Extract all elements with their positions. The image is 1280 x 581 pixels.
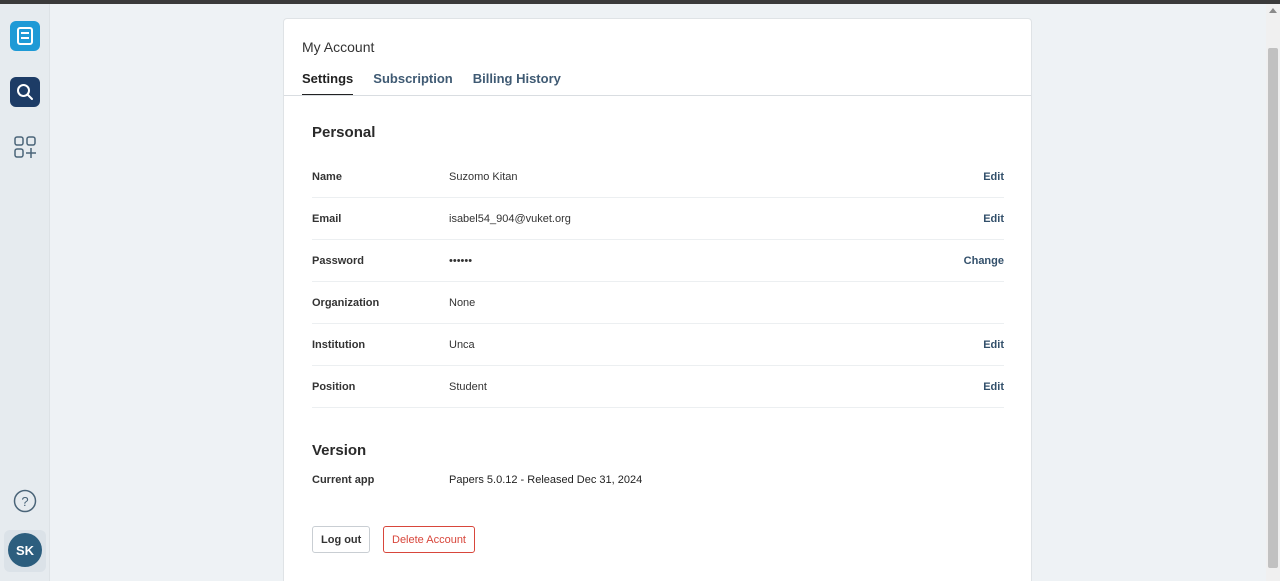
row-label: Name — [312, 170, 342, 183]
page-title: My Account — [302, 39, 375, 55]
personal-rows: Name Suzomo Kitan Edit Email isabel54_90… — [312, 156, 1004, 408]
tabs-divider — [284, 95, 1031, 96]
row-value: isabel54_904@vuket.org — [449, 212, 571, 225]
row-value: None — [449, 296, 476, 309]
library-icon — [17, 27, 33, 45]
tab-subscription[interactable]: Subscription — [373, 71, 452, 96]
personal-section-title: Personal — [312, 124, 376, 141]
row-institution: Institution Unca Edit — [312, 324, 1004, 366]
version-section-title: Version — [312, 442, 367, 459]
edit-name-button[interactable]: Edit — [983, 171, 1004, 183]
row-value: Unca — [449, 338, 475, 351]
scrollbar-thumb[interactable] — [1268, 48, 1278, 568]
delete-account-button[interactable]: Delete Account — [383, 526, 475, 553]
row-password: Password •••••• Change — [312, 240, 1004, 282]
window-top-bar — [0, 0, 1280, 4]
row-position: Position Student Edit — [312, 366, 1004, 408]
row-label: Email — [312, 212, 342, 225]
row-label: Position — [312, 380, 356, 393]
search-icon — [17, 84, 33, 100]
edit-position-button[interactable]: Edit — [983, 381, 1004, 393]
edit-email-button[interactable]: Edit — [983, 213, 1004, 225]
version-label: Current app — [312, 474, 375, 486]
row-email: Email isabel54_904@vuket.org Edit — [312, 198, 1004, 240]
scroll-up-arrow-icon[interactable] — [1269, 8, 1277, 13]
row-value: Student — [449, 380, 487, 393]
sidebar: ? SK — [0, 4, 50, 581]
help-button[interactable]: ? — [10, 486, 40, 516]
edit-institution-button[interactable]: Edit — [983, 339, 1004, 351]
account-card: My Account Settings Subscription Billing… — [283, 18, 1032, 581]
help-icon: ? — [13, 489, 37, 513]
avatar[interactable]: SK — [8, 533, 42, 567]
version-value: Papers 5.0.12 - Released Dec 31, 2024 — [449, 474, 643, 486]
row-label: Password — [312, 254, 364, 267]
account-tabs: Settings Subscription Billing History — [302, 71, 561, 96]
addons-icon — [14, 136, 36, 158]
addons-button[interactable] — [10, 132, 40, 162]
tab-billing-history[interactable]: Billing History — [473, 71, 561, 96]
row-label: Institution — [312, 338, 366, 351]
row-organization: Organization None — [312, 282, 1004, 324]
row-value: Suzomo Kitan — [449, 170, 518, 183]
logout-button[interactable]: Log out — [312, 526, 371, 553]
row-name: Name Suzomo Kitan Edit — [312, 156, 1004, 198]
row-value: •••••• — [449, 254, 473, 267]
page-scrollbar[interactable] — [1266, 4, 1280, 581]
svg-text:?: ? — [21, 494, 28, 509]
library-button[interactable] — [10, 21, 40, 51]
search-button[interactable] — [10, 77, 40, 107]
row-label: Organization — [312, 296, 380, 309]
change-password-button[interactable]: Change — [964, 255, 1004, 267]
tab-settings[interactable]: Settings — [302, 71, 354, 96]
version-row: Current app Papers 5.0.12 - Released Dec… — [312, 474, 642, 486]
